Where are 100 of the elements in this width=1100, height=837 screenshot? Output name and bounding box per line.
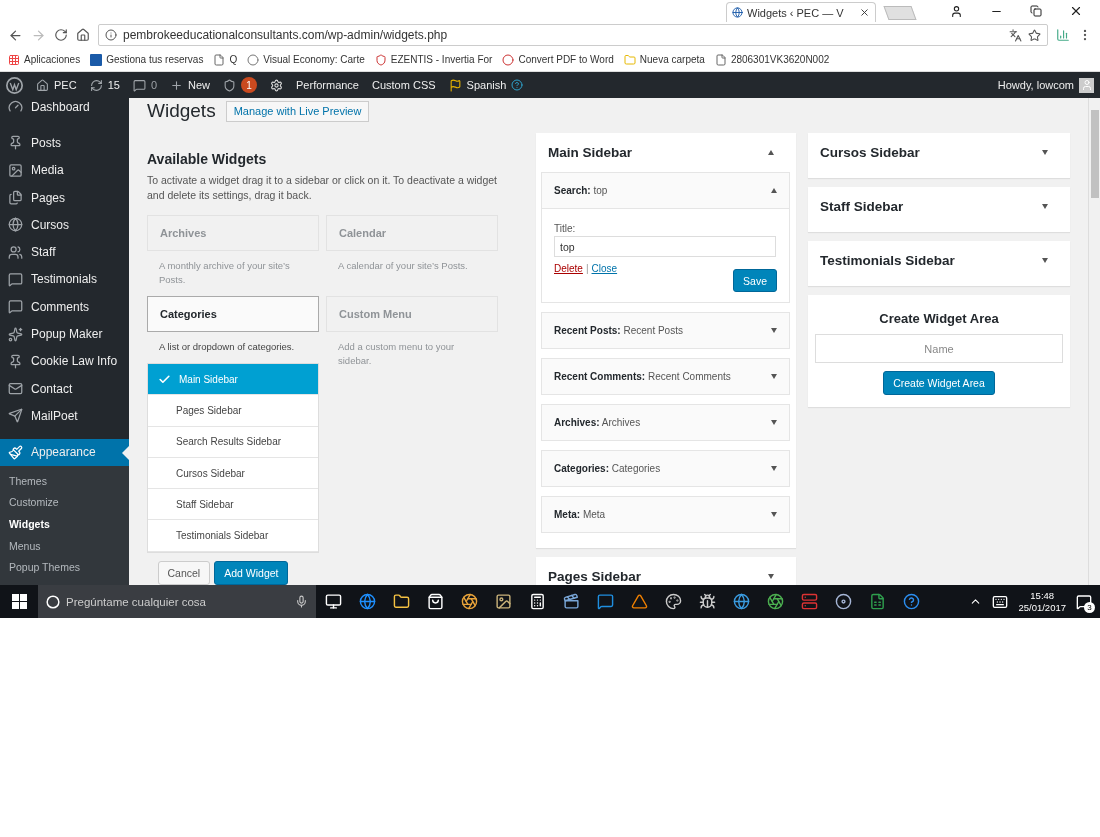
gear-icon[interactable] (270, 78, 283, 92)
submenu-item[interactable]: Menus (0, 534, 129, 557)
menu-item[interactable]: Appearance (0, 438, 129, 466)
close-icon[interactable] (1069, 4, 1083, 18)
address-bar[interactable]: pembrokeeducationalconsultants.com/wp-admin/widgets.php (98, 24, 1048, 46)
shopping-bag-icon[interactable] (426, 593, 444, 610)
widget-title[interactable]: Meta: Meta (554, 509, 606, 520)
menu-item[interactable]: Comments (0, 293, 129, 321)
scrollbar[interactable] (1088, 98, 1100, 585)
caret-icon[interactable] (771, 328, 777, 333)
home-icon[interactable] (76, 28, 90, 42)
menu-item[interactable]: MailPoet (0, 402, 129, 430)
menu-item[interactable]: Cookie Law Info (0, 347, 129, 375)
caret-icon[interactable] (771, 466, 777, 471)
admin-bar-link[interactable]: Performance (296, 79, 359, 91)
menu-item[interactable]: Dashboard (0, 93, 129, 121)
widget-title[interactable]: Categories: Categories (554, 463, 661, 474)
submenu-item[interactable]: Popup Themes (0, 556, 129, 579)
bookmark[interactable]: Visual Economy: Carte (247, 53, 365, 66)
new-link[interactable]: New (170, 78, 210, 92)
live-preview-button[interactable]: Manage with Live Preview (225, 100, 370, 122)
search-field[interactable]: Pregúntame cualquier cosa (38, 585, 316, 618)
widget-title[interactable]: Categories (147, 296, 319, 332)
bookmark[interactable]: EZENTIS - Invertia For (374, 53, 493, 66)
bookmark[interactable]: Aplicaciones (8, 53, 81, 66)
caret-icon[interactable] (768, 150, 774, 155)
save-button[interactable]: Save (733, 269, 777, 292)
help-icon[interactable] (902, 593, 920, 610)
keyboard-icon[interactable] (992, 593, 1009, 610)
sidebar-title[interactable]: Staff Sidebar (820, 199, 904, 214)
create-widget-area-button[interactable]: Create Widget Area (883, 371, 995, 395)
spreadsheet-icon[interactable] (868, 593, 886, 610)
bookmark[interactable]: 2806301VK3620N002 (714, 53, 830, 66)
sidebar-title[interactable]: Testimonials Sidebar (820, 253, 955, 268)
caret-icon[interactable] (1042, 150, 1048, 155)
bookmark[interactable]: Q (213, 53, 238, 66)
clock[interactable]: 15:48 25/01/2017 (1018, 589, 1066, 614)
menu-item[interactable]: Staff (0, 238, 129, 266)
bookmark[interactable]: Gestiona tus reservas (90, 53, 204, 66)
calculator-icon[interactable] (528, 593, 546, 610)
caret-icon[interactable] (771, 188, 777, 193)
aperture-icon[interactable] (460, 593, 478, 610)
caret-icon[interactable] (771, 374, 777, 379)
caret-icon[interactable] (768, 574, 774, 579)
profile-icon[interactable] (949, 4, 963, 18)
admin-bar-link[interactable]: Custom CSS (372, 79, 436, 91)
updates-link[interactable]: 15 (89, 78, 120, 92)
account-link[interactable]: Howdy, lowcom (997, 77, 1094, 93)
submenu-item[interactable]: Widgets (0, 513, 129, 535)
caret-icon[interactable] (771, 420, 777, 425)
reload-icon[interactable] (54, 28, 68, 42)
disc-icon[interactable] (834, 593, 852, 610)
sidebar-title[interactable]: Main Sidebar (548, 145, 633, 160)
widget-title[interactable]: Search: top (554, 185, 608, 196)
caret-icon[interactable] (1042, 258, 1048, 263)
task-view-icon[interactable] (324, 593, 342, 610)
clapperboard-icon[interactable] (562, 593, 580, 610)
comments-link[interactable]: 0 (132, 78, 157, 92)
menu-item[interactable]: Cursos (0, 211, 129, 239)
add-widget-button[interactable]: Add Widget (214, 560, 289, 585)
translate-icon[interactable] (1009, 28, 1022, 42)
caret-icon[interactable] (771, 512, 777, 517)
close-icon[interactable] (859, 7, 870, 18)
bookmark[interactable]: Nueva carpeta (623, 53, 705, 66)
cancel-button[interactable]: Cancel (157, 560, 211, 585)
chat-icon[interactable] (596, 593, 614, 610)
widget-title[interactable]: Archives: Archives (554, 417, 641, 428)
back-icon[interactable] (8, 27, 23, 43)
widget-title[interactable]: Recent Comments: Recent Comments (554, 371, 731, 382)
bookmark[interactable]: Convert PDF to Word (502, 53, 614, 66)
site-link[interactable]: PEC (36, 78, 77, 92)
sidebar-title[interactable]: Pages Sidebar (548, 569, 642, 584)
menu-item[interactable]: Posts (0, 129, 129, 157)
bug-icon[interactable] (698, 593, 716, 610)
notifications-button[interactable]: 3 (1076, 593, 1092, 610)
caret-icon[interactable] (1042, 204, 1048, 209)
name-input[interactable]: Name (815, 334, 1063, 363)
submenu-item[interactable]: Customize (0, 491, 129, 514)
picture-frame-icon[interactable] (494, 593, 512, 610)
star-icon[interactable] (1028, 28, 1041, 42)
restore-icon[interactable] (1030, 5, 1042, 17)
menu-item[interactable]: Media (0, 156, 129, 184)
widget-title[interactable]: Recent Posts: Recent Posts (554, 325, 683, 336)
wordpress-logo-icon[interactable] (6, 76, 23, 94)
menu-item[interactable]: Pages (0, 183, 129, 212)
windows-logo-icon[interactable] (11, 594, 27, 609)
extension-icon[interactable] (1056, 28, 1070, 42)
sidebar-title[interactable]: Cursos Sidebar (820, 145, 920, 160)
menu-item[interactable]: Popup Maker (0, 320, 129, 348)
menu-item[interactable]: Testimonials (0, 265, 129, 294)
language-link[interactable]: Spanish (448, 78, 524, 92)
title-input[interactable]: top (554, 236, 776, 257)
submenu-item[interactable]: Themes (0, 469, 129, 492)
menu-item[interactable]: Contact (0, 374, 129, 403)
folder-icon[interactable] (392, 593, 410, 610)
seo-link[interactable]: 1 (223, 77, 257, 93)
browser-tab[interactable]: Widgets ‹ PEC — V (726, 2, 876, 22)
server-icon[interactable] (800, 593, 818, 610)
delete-link[interactable]: Delete (554, 263, 583, 274)
close-link[interactable]: Close (591, 263, 618, 274)
